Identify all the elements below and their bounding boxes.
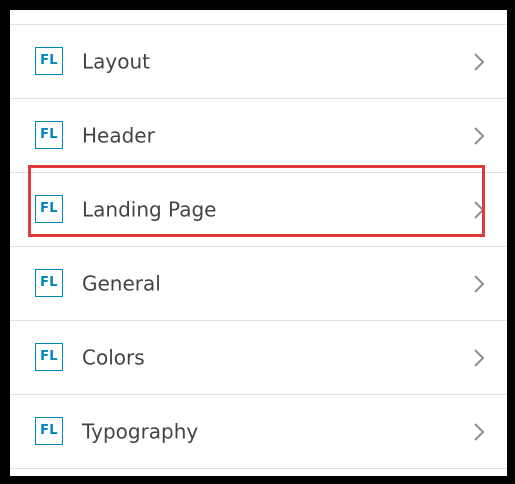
- fl-logo-icon: FL: [35, 268, 63, 297]
- section-label: Colors: [82, 344, 145, 369]
- chevron-right-icon: [474, 200, 485, 219]
- section-label: Layout: [82, 48, 150, 73]
- section-item-typography[interactable]: FL Typography: [10, 395, 507, 469]
- customizer-section-list: FL Layout FL Header FL Landing Page FL G…: [10, 25, 507, 469]
- section-item-layout[interactable]: FL Layout: [10, 25, 507, 99]
- section-item-header[interactable]: FL Header: [10, 99, 507, 173]
- section-label: Header: [82, 122, 155, 147]
- section-item-landing-page[interactable]: FL Landing Page: [10, 173, 507, 247]
- fl-logo-icon: FL: [35, 46, 63, 75]
- fl-logo-icon: FL: [35, 416, 63, 445]
- section-item-colors[interactable]: FL Colors: [10, 321, 507, 395]
- section-label: General: [82, 270, 161, 295]
- section-label: Landing Page: [82, 196, 217, 221]
- fl-logo-icon: FL: [35, 342, 63, 371]
- fl-logo-icon: FL: [35, 120, 63, 149]
- chevron-right-icon: [474, 52, 485, 71]
- fl-logo-icon: FL: [35, 194, 63, 223]
- chevron-right-icon: [474, 348, 485, 367]
- chevron-right-icon: [474, 422, 485, 441]
- section-item-general[interactable]: FL General: [10, 247, 507, 321]
- chevron-right-icon: [474, 126, 485, 145]
- section-label: Typography: [82, 418, 199, 443]
- customizer-panel: FL Layout FL Header FL Landing Page FL G…: [10, 10, 507, 476]
- chevron-right-icon: [474, 274, 485, 293]
